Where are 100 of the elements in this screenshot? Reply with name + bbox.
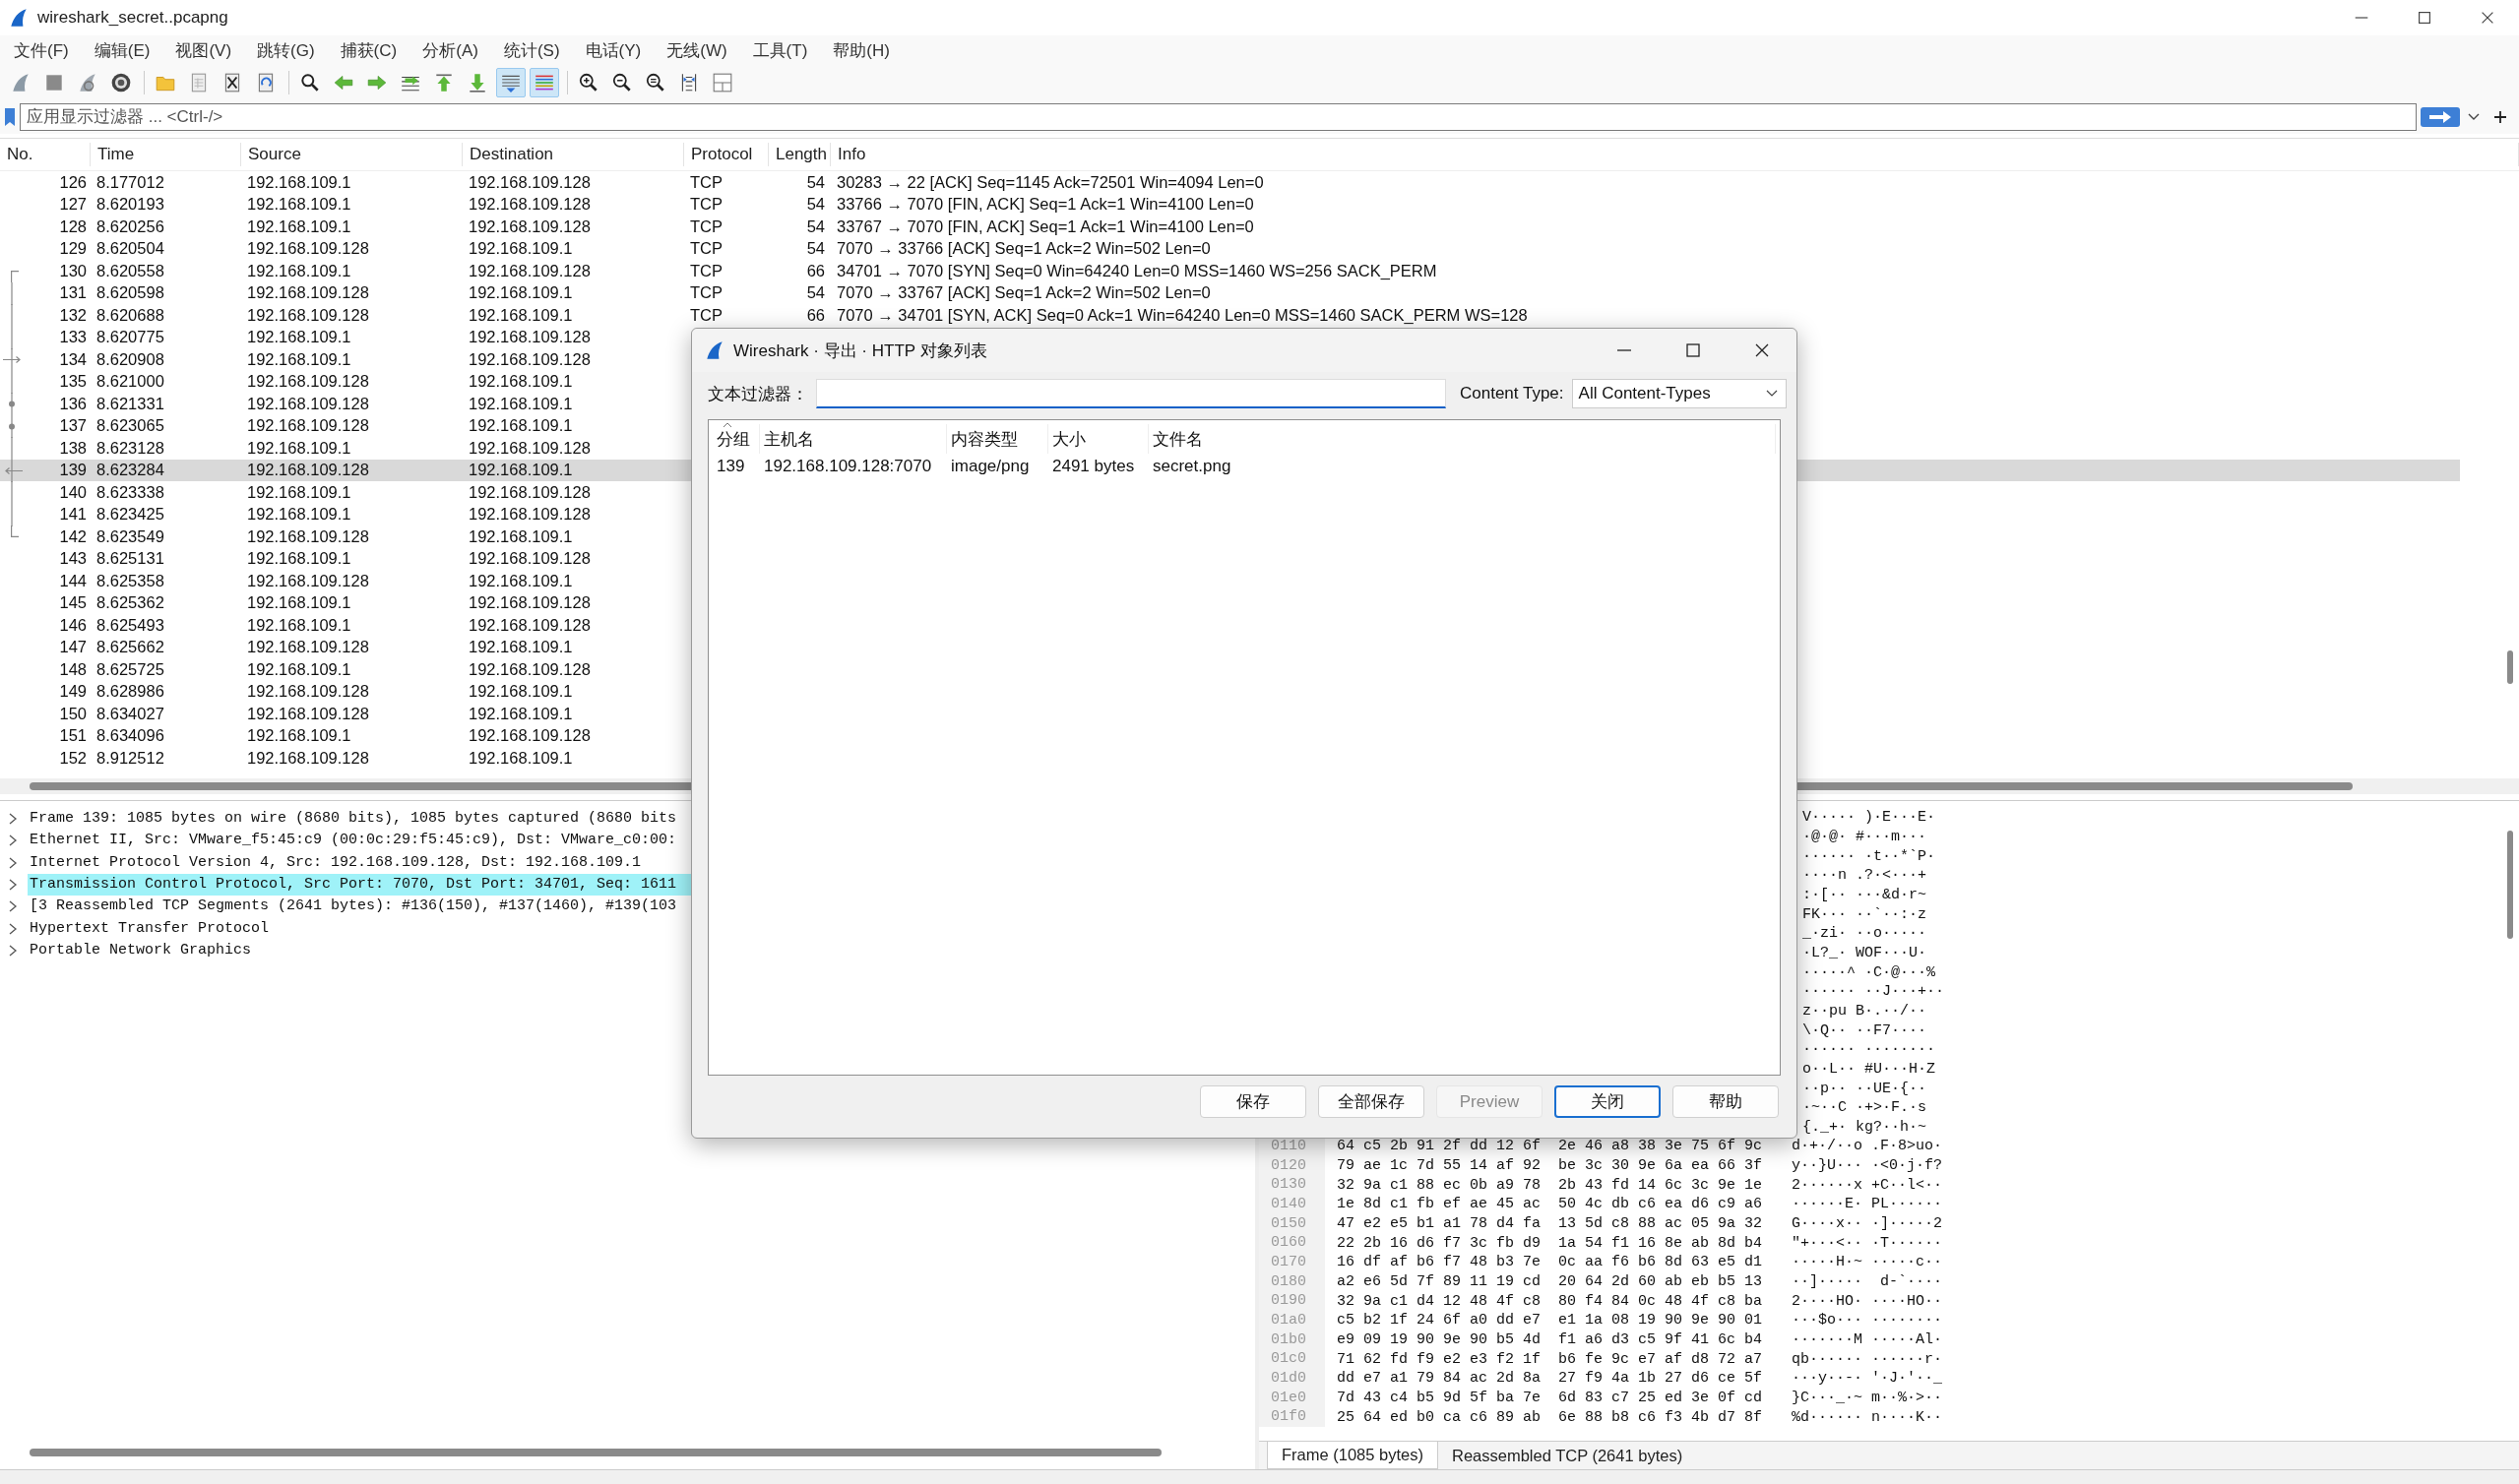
packet-row[interactable]: 149 8.628986 192.168.109.128 192.168.109.1 — [0, 680, 691, 703]
packet-row[interactable]: 136 8.621331 192.168.109.128 192.168.109.1 — [0, 393, 691, 415]
byte-offset: 0120 — [1259, 1155, 1325, 1176]
hex-bytes: 32 9a c1 88 ec 0b a9 78 2b 43 fd 14 6c 3c 9e 1e — [1337, 1176, 1762, 1194]
menu-item[interactable]: 分析(A) — [412, 36, 488, 64]
table-cell-text: 142 — [58, 526, 88, 546]
scrollbar-thumb[interactable] — [2507, 650, 2513, 684]
packet-row[interactable]: 145 8.625362 192.168.109.1 192.168.109.128 — [0, 591, 691, 614]
menu-item[interactable]: 无线(W) — [657, 36, 737, 64]
chevron-right-icon[interactable] — [8, 921, 18, 936]
column-header[interactable]: Destination — [463, 143, 684, 166]
chevron-right-icon[interactable] — [8, 943, 18, 958]
table-cell-text: 140 — [58, 482, 88, 502]
packet-row[interactable]: 129 8.620504 192.168.109.128 192.168.109.1 TCP 54 7070 → 33766 [ACK] Seq=1 Ack=2 Win=502 Len=0 — [0, 237, 2460, 260]
chevron-right-icon[interactable] — [8, 812, 18, 827]
table-cell-text: 8.634027 — [95, 704, 165, 723]
packet-row[interactable]: 126 8.177012 192.168.109.1 192.168.109.128 TCP 54 30283 → 22 [ACK] Seq=1145 Ack=72501 Win=4094 Len=0 — [0, 171, 2460, 194]
column-header[interactable]: Info — [831, 143, 2519, 166]
shark-fin-icon — [8, 7, 30, 29]
menu-item[interactable]: 文件(F) — [4, 36, 79, 64]
packet-row[interactable]: 139 8.623284 192.168.109.128 192.168.109.1 — [0, 459, 691, 481]
table-cell-text: 8.620908 — [95, 349, 165, 369]
menu-item[interactable]: 编辑(E) — [84, 36, 160, 64]
table-cell-text: 33767 → 7070 [FIN, ACK] Seq=1 Ack=1 Win=4100 Len=0 — [836, 216, 1255, 236]
packet-row[interactable]: 148 8.625725 192.168.109.1 192.168.109.128 — [0, 658, 691, 681]
scrollbar-thumb[interactable] — [2507, 831, 2513, 939]
table-cell-text: 137 — [58, 416, 88, 436]
column-header[interactable]: 主机名 — [764, 427, 814, 451]
table-cell-text: secret.png — [1152, 456, 1232, 477]
menu-item[interactable]: 电话(Y) — [575, 36, 652, 64]
column-header[interactable]: Length — [769, 143, 831, 166]
table-cell-text: 8.620775 — [95, 328, 165, 347]
packet-row[interactable]: 152 8.912512 192.168.109.128 192.168.109.1 — [0, 747, 691, 770]
packet-row[interactable]: 140 8.623338 192.168.109.1 192.168.109.128 — [0, 481, 691, 504]
menu-item[interactable]: 帮助(H) — [823, 36, 900, 64]
table-cell-text: 8.623065 — [95, 416, 165, 436]
column-header[interactable]: No. — [0, 143, 91, 166]
column-header[interactable]: 大小 — [1052, 427, 1086, 451]
colored-lines-icon[interactable] — [530, 68, 559, 97]
packet-row[interactable]: 138 8.623128 192.168.109.1 192.168.109.128 — [0, 437, 691, 460]
packet-row[interactable]: 137 8.623065 192.168.109.128 192.168.109.1 — [0, 414, 691, 437]
packet-row[interactable]: 146 8.625493 192.168.109.1 192.168.109.128 — [0, 614, 691, 637]
table-cell-text: 8.620504 — [95, 239, 165, 259]
window-title: wireshark_secret..pcapng — [37, 8, 229, 28]
column-header[interactable]: Source — [241, 143, 463, 166]
object-row[interactable]: 139 192.168.109.128:7070 image/png 2491 bytes secret.png — [713, 454, 1776, 479]
column-header[interactable]: 分组 — [717, 427, 750, 451]
dialog-button[interactable]: 关闭 — [1554, 1085, 1661, 1118]
packet-row[interactable]: 127 8.620193 192.168.109.1 192.168.109.128 TCP 54 33766 → 7070 [FIN, ACK] Seq=1 Ack=1 Win=4100 Len=0 — [0, 193, 2460, 216]
chevron-right-icon[interactable] — [8, 855, 18, 870]
packet-row[interactable]: 135 8.621000 192.168.109.128 192.168.109.1 — [0, 370, 691, 393]
tab[interactable]: Reassembled TCP (2641 bytes) — [1438, 1442, 1697, 1469]
packet-row[interactable]: 141 8.623425 192.168.109.1 192.168.109.128 — [0, 503, 691, 526]
packet-row[interactable]: 142 8.623549 192.168.109.128 192.168.109.1 — [0, 526, 691, 548]
menu-item[interactable]: 视图(V) — [165, 36, 242, 64]
display-filter-field[interactable]: 应用显示过滤器 ... <Ctrl-/> — [20, 103, 2417, 131]
packet-row[interactable]: 128 8.620256 192.168.109.1 192.168.109.128 TCP 54 33767 → 7070 [FIN, ACK] Seq=1 Ack=1 Win=4100 Len=0 — [0, 216, 2460, 238]
table-cell-text: 8.620193 — [95, 195, 165, 215]
byte-offset: 01d0 — [1259, 1369, 1325, 1389]
table-cell-text: 192.168.109.1 — [246, 328, 352, 347]
packet-row[interactable]: 132 8.620688 192.168.109.128 192.168.109.1 TCP 66 7070 → 34701 [SYN, ACK] Seq=0 Ack=1 Win=64240 Len=0 MSS=1460 SACK_PERM WS=128 — [0, 304, 2460, 327]
column-header[interactable]: 内容类型 — [951, 427, 1018, 451]
dialog-button[interactable]: 保存 — [1200, 1085, 1306, 1118]
table-cell-text: 192.168.109.1 — [468, 239, 574, 259]
table-cell-text: 192.168.109.128 — [246, 638, 370, 657]
ascii-bytes: }C···_·~ m··%·>·· — [1792, 1390, 1943, 1406]
menu-item[interactable]: 捕获(C) — [330, 36, 408, 64]
packet-row[interactable]: 131 8.620598 192.168.109.128 192.168.109.1 TCP 54 7070 → 33767 [ACK] Seq=1 Ack=2 Win=502 Len=0 — [0, 281, 2460, 304]
chevron-right-icon[interactable] — [8, 878, 18, 893]
table-cell-text: 192.168.109.128 — [468, 216, 592, 236]
autoscroll-icon[interactable] — [496, 68, 526, 97]
packet-row[interactable]: 133 8.620775 192.168.109.1 192.168.109.128 — [0, 326, 691, 348]
packet-row[interactable]: 143 8.625131 192.168.109.1 192.168.109.128 — [0, 547, 691, 570]
table-cell-text: TCP — [689, 283, 724, 303]
dialog-button[interactable]: 全部保存 — [1318, 1085, 1424, 1118]
packet-row[interactable]: 150 8.634027 192.168.109.128 192.168.109.1 — [0, 703, 691, 725]
table-cell-text: 192.168.109.128 — [246, 704, 370, 723]
text-filter-field[interactable] — [816, 379, 1446, 408]
hex-bytes: 22 2b 16 d6 f7 3c fb d9 1a 54 f1 16 8e ab 8d b4 — [1337, 1234, 1762, 1252]
content-type-dropdown[interactable]: All Content-Types — [1571, 379, 1787, 408]
packet-row[interactable]: 130 8.620558 192.168.109.1 192.168.109.128 TCP 66 34701 → 7070 [SYN] Seq=0 Win=64240 Len=0 MSS=1460 WS=256 SACK_PERM — [0, 260, 2460, 282]
apply-filter-button[interactable] — [2421, 107, 2460, 127]
menu-item[interactable]: 跳转(G) — [247, 36, 325, 64]
tab[interactable]: Frame (1085 bytes) — [1267, 1442, 1438, 1469]
packet-row[interactable]: 134 8.620908 192.168.109.1 192.168.109.128 — [0, 348, 691, 371]
menu-item[interactable]: 工具(T) — [742, 36, 818, 64]
table-cell-text: 192.168.109.128 — [246, 461, 370, 480]
packet-row[interactable]: 147 8.625662 192.168.109.128 192.168.109.1 — [0, 636, 691, 658]
column-header[interactable]: Protocol — [684, 143, 769, 166]
table-cell-text: 8.628986 — [95, 682, 165, 702]
chevron-right-icon[interactable] — [8, 834, 18, 848]
column-header[interactable]: Time — [91, 143, 241, 166]
menu-item[interactable]: 统计(S) — [493, 36, 570, 64]
packet-row[interactable]: 144 8.625358 192.168.109.128 192.168.109.1 — [0, 570, 691, 592]
chevron-right-icon[interactable] — [8, 899, 18, 914]
scrollbar-thumb[interactable] — [30, 1449, 1162, 1456]
table-cell-text: 192.168.109.128 — [468, 549, 592, 569]
dialog-button[interactable]: 帮助 — [1672, 1085, 1779, 1118]
packet-row[interactable]: 151 8.634096 192.168.109.1 192.168.109.128 — [0, 724, 691, 747]
column-header[interactable]: 文件名 — [1153, 427, 1203, 451]
